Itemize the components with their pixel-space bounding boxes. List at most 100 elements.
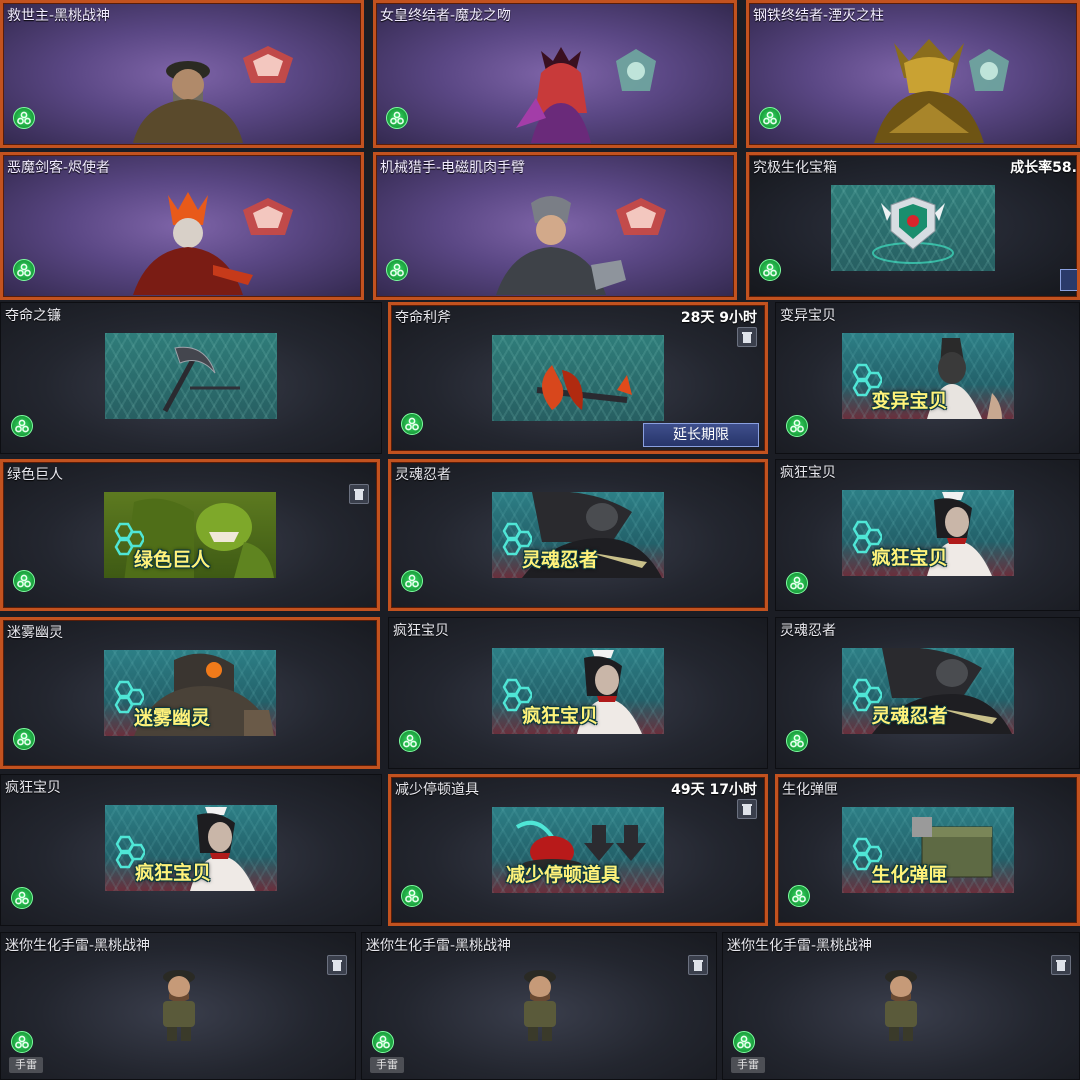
biohazard-icon <box>786 730 808 752</box>
category-tag: 手雷 <box>370 1057 404 1073</box>
biohazard-icon <box>13 728 35 750</box>
biohazard-icon <box>372 1031 394 1053</box>
banner-label: 迷雾幽灵 <box>134 707 211 729</box>
trash-icon[interactable] <box>688 955 708 975</box>
item-card-crazy-baby[interactable]: 疯狂宝贝 疯狂宝贝 <box>0 774 382 926</box>
expiry-timer: 49天 17小时 <box>671 782 757 798</box>
item-card-death-scythe[interactable]: 夺命之镰 <box>0 302 382 454</box>
biohazard-icon <box>401 885 423 907</box>
banner-label: 疯狂宝贝 <box>135 862 212 884</box>
item-card-mini-grenade[interactable]: 迷你生化手雷-黑桃战神 手雷 <box>361 932 717 1080</box>
biohazard-icon <box>401 570 423 592</box>
hero-portrait <box>496 196 666 295</box>
banner-label: 绿色巨人 <box>134 549 211 571</box>
item-card-mist-ghost[interactable]: 迷雾幽灵 迷雾幽灵 <box>0 617 380 769</box>
axe-icon <box>536 365 632 410</box>
mini-soldier-icon <box>163 970 195 1041</box>
biohazard-icon <box>11 887 33 909</box>
biohazard-icon <box>733 1031 755 1053</box>
item-card-empress-terminator[interactable]: 女皇终结者-魔龙之吻 <box>373 0 737 148</box>
item-card-demon-swordsman[interactable]: 恶魔剑客-烬使者 <box>0 152 364 300</box>
zombie-banner: 绿色巨人 <box>104 492 276 578</box>
item-card-ultimate-bio-chest[interactable]: 究极生化宝箱 成长率58. <box>746 152 1080 300</box>
item-card-soul-ninja[interactable]: 灵魂忍者 灵魂忍者 <box>775 617 1080 769</box>
mini-soldier-icon <box>524 970 556 1041</box>
card-title: 绿色巨人 <box>7 467 63 483</box>
card-title: 迷雾幽灵 <box>7 625 63 641</box>
card-title: 疯狂宝贝 <box>393 623 449 639</box>
item-card-reduce-stagger[interactable]: 减少停顿道具 49天 17小时 减少停顿道具 <box>388 774 768 926</box>
hero-portrait <box>133 192 293 295</box>
banner-label: 灵魂忍者 <box>871 705 948 727</box>
growth-rate: 成长率58. <box>1010 160 1077 176</box>
item-card-saviour[interactable]: 救世主-黑桃战神 <box>0 0 364 148</box>
item-card-mini-grenade[interactable]: 迷你生化手雷-黑桃战神 手雷 <box>722 932 1080 1080</box>
card-title: 女皇终结者-魔龙之吻 <box>380 8 512 24</box>
zombie-banner: 疯狂宝贝 <box>105 805 277 891</box>
card-title: 疯狂宝贝 <box>780 465 836 481</box>
side-button[interactable] <box>1060 269 1077 291</box>
hero-portrait <box>133 46 293 143</box>
item-card-death-axe[interactable]: 夺命利斧 28天 9小时 延长期限 <box>388 302 768 454</box>
biohazard-icon <box>13 570 35 592</box>
trash-icon[interactable] <box>1051 955 1071 975</box>
scythe-icon <box>162 346 240 413</box>
item-card-green-giant[interactable]: 绿色巨人 绿色巨人 <box>0 459 380 611</box>
hero-portrait <box>516 47 656 143</box>
trash-icon[interactable] <box>349 484 369 504</box>
biohazard-icon <box>786 415 808 437</box>
category-tag: 手雷 <box>731 1057 765 1073</box>
item-card-crazy-baby[interactable]: 疯狂宝贝 疯狂宝贝 <box>775 459 1080 611</box>
biohazard-icon <box>13 107 35 129</box>
card-title: 迷你生化手雷-黑桃战神 <box>727 938 873 954</box>
biohazard-icon <box>401 413 423 435</box>
biohazard-icon <box>759 259 781 281</box>
item-card-mech-hunter[interactable]: 机械猎手-电磁肌肉手臂 <box>373 152 737 300</box>
biohazard-icon <box>11 415 33 437</box>
hero-portrait <box>874 39 1009 143</box>
card-title: 夺命之镰 <box>5 308 61 324</box>
banner-label: 疯狂宝贝 <box>522 705 599 727</box>
extend-button[interactable]: 延长期限 <box>643 423 759 447</box>
banner-label: 灵魂忍者 <box>522 549 599 571</box>
card-title: 恶魔剑客-烬使者 <box>7 160 111 176</box>
weapon-banner <box>492 335 664 421</box>
trash-icon[interactable] <box>327 955 347 975</box>
card-title: 生化弹匣 <box>782 782 838 798</box>
biohazard-icon <box>786 572 808 594</box>
expiry-timer: 28天 9小时 <box>680 310 757 326</box>
item-card-mutant-baby[interactable]: 变异宝贝 变异宝贝 <box>775 302 1080 454</box>
card-title: 夺命利斧 <box>395 310 451 326</box>
item-banner: 生化弹匣 <box>841 807 1014 893</box>
trash-icon[interactable] <box>737 327 757 347</box>
weapon-banner <box>105 333 277 419</box>
item-card-steel-terminator[interactable]: 钢铁终结者-湮灭之柱 <box>746 0 1080 148</box>
item-card-crazy-baby[interactable]: 疯狂宝贝 疯狂宝贝 <box>388 617 768 769</box>
item-card-soul-ninja[interactable]: 灵魂忍者 灵魂忍者 <box>388 459 768 611</box>
card-title: 迷你生化手雷-黑桃战神 <box>5 938 151 954</box>
card-title: 迷你生化手雷-黑桃战神 <box>366 938 512 954</box>
chest-banner <box>831 185 995 271</box>
zombie-banner: 变异宝贝 <box>841 333 1014 419</box>
banner-label: 疯狂宝贝 <box>871 547 948 569</box>
banner-label: 生化弹匣 <box>871 864 948 886</box>
trash-icon[interactable] <box>737 799 757 819</box>
zombie-banner: 疯狂宝贝 <box>492 648 664 734</box>
chest-emblem-icon <box>872 196 954 264</box>
biohazard-icon <box>11 1031 33 1053</box>
item-banner: 减少停顿道具 <box>492 807 664 893</box>
item-card-bio-magazine[interactable]: 生化弹匣 生化弹匣 <box>775 774 1080 926</box>
card-title: 变异宝贝 <box>780 308 836 324</box>
biohazard-icon <box>759 107 781 129</box>
card-title: 疯狂宝贝 <box>5 780 61 796</box>
zombie-banner: 疯狂宝贝 <box>841 490 1014 576</box>
card-title: 灵魂忍者 <box>780 623 836 639</box>
category-tag: 手雷 <box>9 1057 43 1073</box>
mini-soldier-icon <box>885 970 917 1041</box>
zombie-banner: 迷雾幽灵 <box>104 650 276 736</box>
item-card-mini-grenade[interactable]: 迷你生化手雷-黑桃战神 手雷 <box>0 932 356 1080</box>
card-title: 究极生化宝箱 <box>753 160 837 176</box>
card-title: 钢铁终结者-湮灭之柱 <box>753 8 885 24</box>
card-title: 机械猎手-电磁肌肉手臂 <box>380 160 526 176</box>
card-title: 救世主-黑桃战神 <box>7 8 111 24</box>
